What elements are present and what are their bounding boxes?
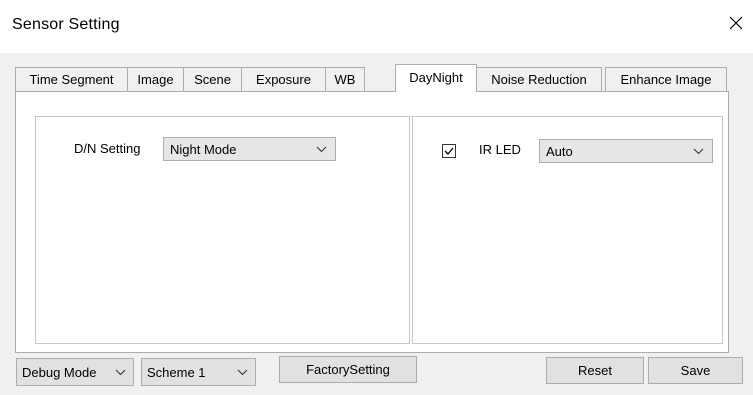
tab-image[interactable]: Image (127, 67, 184, 91)
checkmark-icon (444, 147, 454, 155)
save-button[interactable]: Save (648, 357, 743, 384)
title-bar: Sensor Setting (0, 0, 753, 53)
tab-exposure[interactable]: Exposure (241, 67, 326, 91)
reset-button[interactable]: Reset (546, 357, 644, 384)
tab-scene[interactable]: Scene (183, 67, 242, 91)
factory-setting-button[interactable]: FactorySetting (279, 356, 417, 383)
tab-noise-reduction[interactable]: Noise Reduction (476, 67, 602, 91)
tab-time-segment[interactable]: Time Segment (15, 67, 128, 91)
dn-setting-group: D/N Setting Night Mode (35, 116, 410, 344)
chevron-down-icon (316, 146, 327, 153)
scheme-select[interactable]: Scheme 1 (141, 358, 256, 386)
ir-led-group: IR LED Auto (412, 116, 723, 344)
dn-setting-select[interactable]: Night Mode (163, 137, 336, 161)
debug-mode-select[interactable]: Debug Mode (16, 358, 134, 386)
tab-enhance-image[interactable]: Enhance Image (605, 67, 727, 91)
tab-daynight[interactable]: DayNight (395, 64, 477, 92)
tab-wb[interactable]: WB (325, 67, 365, 91)
daynight-panel: D/N Setting Night Mode IR LED Auto (15, 91, 729, 353)
ir-led-value: Auto (546, 144, 573, 159)
close-icon (729, 16, 743, 30)
ir-led-checkbox[interactable] (442, 144, 456, 158)
dn-setting-label: D/N Setting (74, 141, 141, 156)
ir-led-select[interactable]: Auto (539, 139, 713, 163)
chevron-down-icon (237, 369, 248, 376)
chevron-down-icon (693, 148, 704, 155)
scheme-value: Scheme 1 (147, 365, 206, 380)
ir-led-label: IR LED (479, 142, 521, 157)
chevron-down-icon (115, 369, 126, 376)
close-button[interactable] (719, 8, 753, 38)
debug-mode-value: Debug Mode (22, 365, 97, 380)
dn-setting-value: Night Mode (170, 142, 237, 157)
window-title: Sensor Setting (12, 16, 120, 33)
